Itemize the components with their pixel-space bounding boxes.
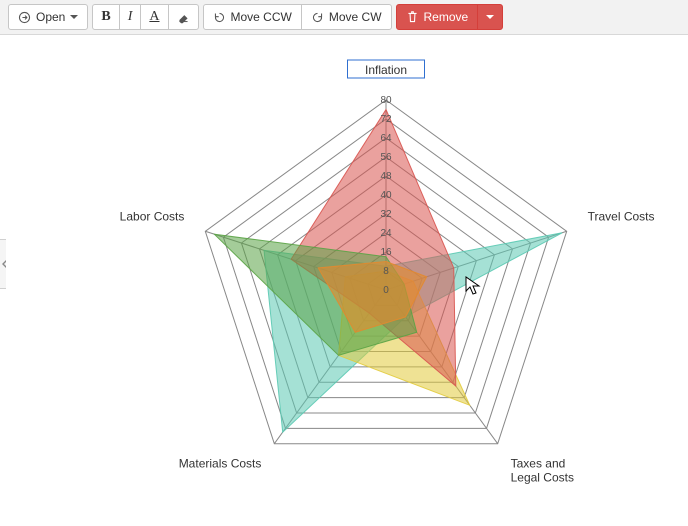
tick-label: 8 [383, 266, 389, 277]
move-cw-label: Move CW [329, 11, 382, 23]
italic-button[interactable]: I [119, 4, 142, 30]
tick-label: 64 [380, 133, 392, 144]
remove-label: Remove [424, 11, 469, 23]
move-ccw-button[interactable]: Move CCW [203, 4, 302, 30]
move-group: Move CCW Move CW [203, 4, 392, 30]
clear-format-button[interactable] [168, 4, 199, 30]
open-label: Open [36, 11, 65, 23]
caret-down-icon [70, 15, 78, 19]
italic-icon: I [128, 10, 133, 24]
radar-chart: Inflation Travel Costs Taxes andLegal Cost… [6, 40, 682, 520]
tick-label: 72 [380, 114, 392, 125]
font-color-icon: A [149, 10, 159, 24]
move-cw-button[interactable]: Move CW [301, 4, 392, 30]
tick-label: 80 [380, 95, 392, 106]
eraser-icon [177, 11, 190, 24]
axis-label[interactable]: Travel Costs [588, 209, 655, 223]
tick-label: 16 [380, 247, 392, 258]
bold-button[interactable]: B [92, 4, 119, 30]
axis-label[interactable]: Materials Costs [179, 457, 262, 471]
caret-down-icon [486, 15, 494, 19]
remove-group: Remove [396, 4, 504, 30]
app-root: { "toolbar":{ "open_label":"Open", "bold… [0, 0, 688, 526]
move-ccw-label: Move CCW [231, 11, 292, 23]
axis-label[interactable]: Legal Costs [511, 471, 574, 485]
toolbar: Open B I A Move CCW Move CW Remove [0, 0, 688, 35]
remove-button[interactable]: Remove [396, 4, 479, 30]
open-icon [18, 11, 31, 24]
font-color-button[interactable]: A [140, 4, 168, 30]
rotate-ccw-icon [213, 11, 226, 24]
trash-icon [406, 11, 419, 24]
rotate-cw-icon [311, 11, 324, 24]
tick-label: 0 [383, 285, 389, 296]
tick-label: 48 [380, 171, 392, 182]
tick-label: 56 [380, 152, 392, 163]
format-group: B I A [92, 4, 198, 30]
tick-label: 40 [380, 190, 392, 201]
axis-label[interactable]: Labor Costs [120, 209, 185, 223]
remove-dropdown-button[interactable] [477, 4, 503, 30]
radar-chart-svg[interactable]: Inflation Travel Costs Taxes andLegal Cost… [6, 40, 682, 520]
axis-label[interactable]: Inflation [365, 63, 407, 77]
open-button[interactable]: Open [8, 4, 88, 30]
tick-label: 32 [380, 209, 392, 220]
axis-label[interactable]: Taxes and [511, 457, 566, 471]
bold-icon: B [101, 10, 110, 24]
tick-label: 24 [380, 228, 392, 239]
